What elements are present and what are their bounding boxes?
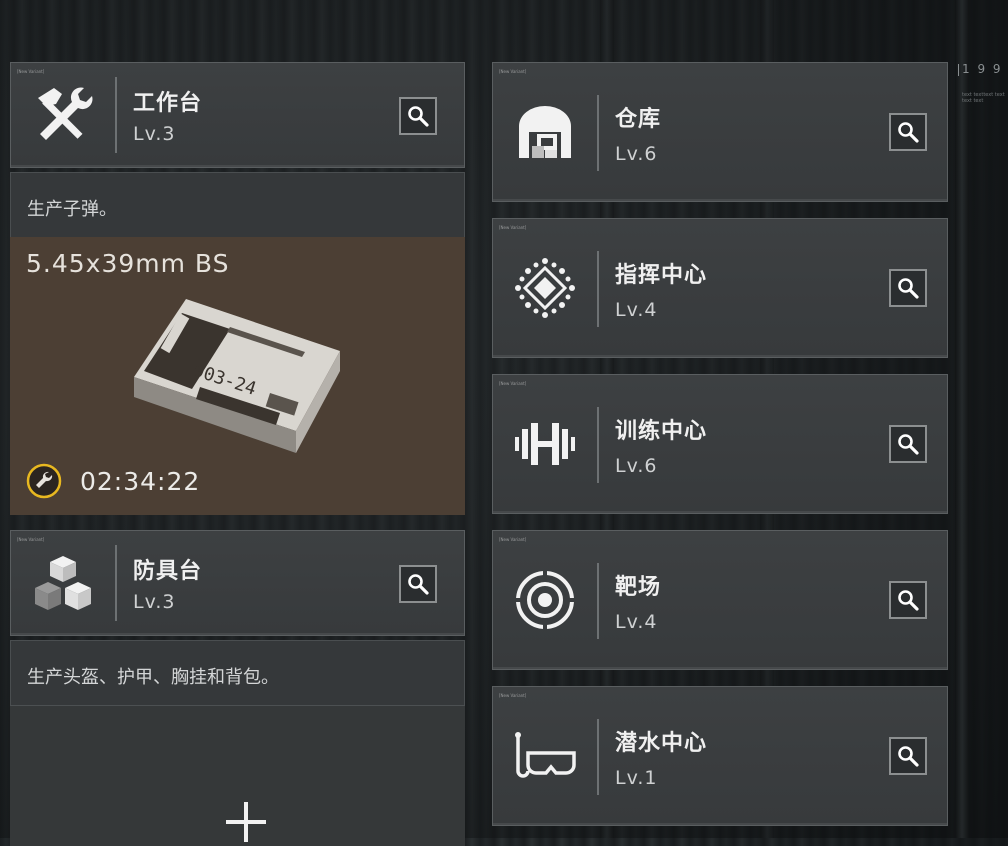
- description-text: 生产子弹。: [27, 199, 117, 220]
- facility-name: 潜水中心: [615, 731, 708, 756]
- facility-level: Lv.1: [615, 767, 658, 789]
- facility-level: Lv.6: [615, 143, 658, 165]
- search-button[interactable]: [889, 425, 927, 463]
- facility-name: 靶场: [615, 575, 662, 600]
- target-icon: [493, 531, 597, 669]
- search-icon: [408, 574, 429, 595]
- search-icon: [898, 434, 919, 455]
- facility-name: 指挥中心: [615, 263, 708, 288]
- warehouse-icon: [493, 63, 597, 201]
- facility-card-2[interactable]: [New Variant] 训练中心 Lv.6: [492, 374, 948, 514]
- facility-name: 训练中心: [615, 419, 708, 444]
- search-button[interactable]: [889, 737, 927, 775]
- search-icon: [898, 746, 919, 767]
- search-button[interactable]: [889, 269, 927, 307]
- facility-name: 仓库: [615, 107, 662, 132]
- facility-card-0[interactable]: [New Variant] 仓库 Lv.6: [492, 62, 948, 202]
- facility-card-workbench[interactable]: [New Variant] 工作台 Lv.3: [10, 62, 465, 168]
- card-divider: [597, 407, 599, 483]
- card-divider: [597, 251, 599, 327]
- dumbbell-icon: [493, 375, 597, 513]
- card-divider: [115, 545, 117, 621]
- ammo-box-image: 003-24: [134, 299, 340, 453]
- facility-level: Lv.3: [133, 123, 176, 145]
- production-timer: 02:34:22: [80, 467, 201, 496]
- hud-code: 1 9 9: [958, 62, 1003, 76]
- search-icon: [408, 106, 429, 127]
- facility-level: Lv.4: [615, 299, 658, 321]
- search-button[interactable]: [889, 113, 927, 151]
- description-text: 生产头盔、护甲、胸挂和背包。: [27, 667, 279, 688]
- hud-fine-print: text texttext text text text: [962, 92, 1005, 104]
- facility-level: Lv.4: [615, 611, 658, 633]
- add-production-slot[interactable]: +: [10, 705, 465, 846]
- workbench-description: 生产子弹。: [10, 172, 465, 238]
- production-slot[interactable]: 5.45x39mm BS 003-24 02:34:22: [10, 237, 465, 515]
- facility-level: Lv.3: [133, 591, 176, 613]
- search-button[interactable]: [399, 565, 437, 603]
- facility-card-4[interactable]: [New Variant] 潜水中心 Lv.1: [492, 686, 948, 826]
- search-icon: [898, 278, 919, 299]
- search-icon: [898, 590, 919, 611]
- bg-pillar: [955, 0, 969, 838]
- plus-icon: [226, 802, 266, 842]
- hammer-wrench-icon: [11, 63, 115, 167]
- search-button[interactable]: [889, 581, 927, 619]
- armor-bench-description: 生产头盔、护甲、胸挂和背包。: [10, 640, 465, 706]
- diving-mask-icon: [493, 687, 597, 825]
- production-item-name: 5.45x39mm BS: [26, 249, 230, 278]
- facility-name: 工作台: [133, 91, 203, 116]
- card-divider: [597, 95, 599, 171]
- wrench-timer-icon: [26, 463, 62, 499]
- cubes-icon: [11, 531, 115, 635]
- command-diamond-icon: [493, 219, 597, 357]
- facility-card-3[interactable]: [New Variant] 靶场 Lv.4: [492, 530, 948, 670]
- card-divider: [597, 719, 599, 795]
- card-divider: [597, 563, 599, 639]
- facility-card-1[interactable]: [New Variant] 指挥中心 Lv.4: [492, 218, 948, 358]
- card-divider: [115, 77, 117, 153]
- facility-name: 防具台: [133, 559, 203, 584]
- facility-level: Lv.6: [615, 455, 658, 477]
- search-button[interactable]: [399, 97, 437, 135]
- search-icon: [898, 122, 919, 143]
- facility-card-armor-bench[interactable]: [New Variant] 防具台 Lv.3: [10, 530, 465, 636]
